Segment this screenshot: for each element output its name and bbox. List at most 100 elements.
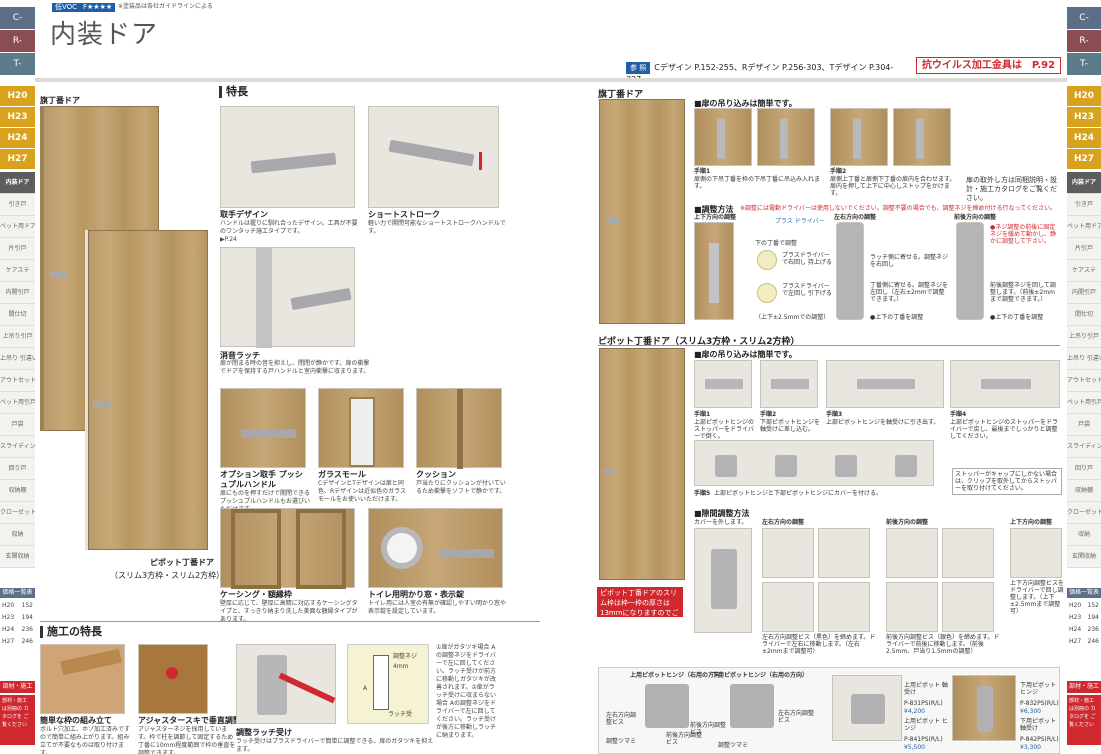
- side-item[interactable]: 玄関収納: [1067, 546, 1101, 568]
- side-item[interactable]: 引き戸: [0, 194, 35, 216]
- tab-c-design-right[interactable]: C-Design: [1067, 7, 1101, 45]
- adjust-warning: ※調整には電動ドライバーは使用しないでください。調整不要の場合でも、調整ネジを締…: [740, 205, 1057, 212]
- side-item[interactable]: 片引戸: [1067, 238, 1101, 260]
- side-item[interactable]: 回り戸: [1067, 458, 1101, 480]
- tab-h20-right[interactable]: H20: [1067, 86, 1101, 106]
- tab-h24-right[interactable]: H24: [1067, 128, 1101, 148]
- side-item[interactable]: クローゼット: [0, 502, 35, 524]
- side-item[interactable]: 引き戸: [1067, 194, 1101, 216]
- diagram-label: ラッチ受: [388, 711, 413, 718]
- cover-label: カバーを外します。: [694, 519, 748, 526]
- construction-title-item: アジャスタースキで垂直調整: [138, 716, 241, 725]
- side-item[interactable]: ペット用引戸: [0, 392, 35, 414]
- side-item[interactable]: ケアステ: [1067, 260, 1101, 282]
- separate-volume-label-left[interactable]: 部材・施工 別冊: [0, 681, 35, 702]
- side-item[interactable]: ペット用ドア: [1067, 216, 1101, 238]
- virus-notice[interactable]: 抗ウイルス加工金具は P.92: [916, 57, 1061, 74]
- gap-photo: [762, 582, 814, 632]
- casing-frame: [296, 509, 346, 589]
- feature-desc: 扉が閉まる時の音を抑えし、閉閉が静かです。扉の衝撃でドアを保持する戸ハンドルと室…: [220, 360, 370, 375]
- feature-title: ショートストローク: [368, 210, 440, 219]
- product-name: 下用ピボット 軸受け: [1020, 718, 1057, 732]
- tab-h27-right[interactable]: H27: [1067, 149, 1101, 169]
- pivot-step-photo: [760, 360, 818, 408]
- step-photo: [757, 108, 815, 166]
- side-item[interactable]: 内開引戸: [0, 282, 35, 304]
- side-item[interactable]: 間仕切: [0, 304, 35, 326]
- side-item[interactable]: クローゼット: [1067, 502, 1101, 524]
- side-item[interactable]: 上吊り 引違い戸: [0, 348, 35, 370]
- hatamaru-door-label: 旗丁番ドア: [40, 96, 80, 105]
- tab-t-design-right[interactable]: T-Design: [1067, 53, 1101, 91]
- side-item[interactable]: 片引戸: [0, 238, 35, 260]
- side-item[interactable]: ペット用引戸: [1067, 392, 1101, 414]
- tab-c-design-left[interactable]: C-Design: [0, 7, 35, 45]
- leftright-title: 左右方向の調整: [834, 214, 877, 221]
- tab-r-design-left[interactable]: R-Design: [0, 30, 35, 68]
- tab-h23-right[interactable]: H23: [1067, 107, 1101, 127]
- product-photo-upper: [832, 675, 902, 741]
- gap-fb-desc: 前後方向調整ビス（銀色）を締めます。ドライバーで前後に移動します。（前後2.5m…: [886, 634, 1000, 655]
- side-item-interior-door[interactable]: 内装ドア: [1067, 172, 1101, 194]
- feature-desc: 戸当たりにクッションが付いているため衝撃をソフトで静かです。: [416, 480, 506, 495]
- push-pull-handle-icon: [241, 429, 296, 438]
- side-item[interactable]: ケアステ: [0, 260, 35, 282]
- pivot-hinge-icon: [771, 379, 809, 389]
- side-item[interactable]: アウトセット 上吊り引戸: [1067, 370, 1101, 392]
- gap-title: ■隙間調整方法: [694, 509, 750, 518]
- tab-t-design-left[interactable]: T-Design: [0, 53, 35, 91]
- side-item[interactable]: ペット用ドア: [0, 216, 35, 238]
- side-item[interactable]: 収納棚: [0, 480, 35, 502]
- side-item[interactable]: 間仕切: [1067, 304, 1101, 326]
- tab-h20-left[interactable]: H20: [0, 86, 35, 106]
- tab-h23-left[interactable]: H23: [0, 107, 35, 127]
- diagram-label: 4mm: [393, 663, 409, 670]
- price-list-left: H20 152 H23 194 H24 236 H27 246: [0, 600, 35, 648]
- price-row-label: H27: [2, 638, 15, 645]
- side-item[interactable]: 収納棚: [1067, 480, 1101, 502]
- side-item-interior-door[interactable]: 内装ドア: [0, 172, 35, 194]
- pivot-step-photo: [950, 360, 1060, 408]
- side-item[interactable]: 玄関収納: [0, 546, 35, 568]
- step-title: 手順2: [830, 168, 847, 175]
- tab-r-design-right[interactable]: R-Design: [1067, 30, 1101, 68]
- casing-frame: [231, 509, 281, 589]
- gap-photo: [762, 528, 814, 578]
- frontback-hinge-photo: [956, 222, 984, 320]
- side-item[interactable]: 内開引戸: [1067, 282, 1101, 304]
- pivot-hang-title: ■扉の吊り込みは簡単です。: [694, 350, 797, 359]
- side-item[interactable]: スライディング スクリーン: [1067, 436, 1101, 458]
- price-row-label: H24: [1069, 626, 1082, 633]
- feature-title: トイレ用明かり窓・表示錠: [368, 590, 464, 599]
- side-item[interactable]: 収納: [0, 524, 35, 546]
- tab-h27-left[interactable]: H27: [0, 149, 35, 169]
- section-divider: [40, 621, 540, 622]
- separate-volume-label-right[interactable]: 部材・施工 別冊: [1067, 681, 1101, 702]
- side-item[interactable]: アウトセット 上吊り引戸: [0, 370, 35, 392]
- side-item[interactable]: 上吊り引戸: [0, 326, 35, 348]
- side-item[interactable]: 戸袋: [1067, 414, 1101, 436]
- side-item[interactable]: 戸袋: [0, 414, 35, 436]
- price-list-right: H20 152 H23 194 H24 236 H27 246: [1067, 600, 1101, 648]
- gap-ud-desc: 上下方向調整ビスをドライバーで回し調整します。（上下±2.5mmまで調整可）: [1010, 580, 1065, 615]
- tab-h24-left[interactable]: H24: [0, 128, 35, 148]
- side-item[interactable]: 上吊り 引違い戸: [1067, 348, 1101, 370]
- product-name: 上用ピボット ヒンジ: [904, 718, 948, 732]
- feature-ref[interactable]: ▶P.24: [220, 236, 237, 244]
- diagram-label: 調整ネジ: [393, 653, 418, 660]
- section-divider: [598, 345, 1060, 346]
- pivot-hinge-icon: [981, 379, 1031, 389]
- f-star-badge: F★★★★: [80, 3, 116, 12]
- step-desc: 扉側上丁番と扉側下丁番の扉内を合わせます。扉内を押して上下に中心しストップをかけ…: [830, 176, 956, 197]
- side-item[interactable]: 収納: [1067, 524, 1101, 546]
- latch-diagram: 調整ネジ 4mm A ラッチ受: [347, 644, 429, 724]
- feature-photo-short-stroke: [368, 106, 499, 208]
- pivot-step-desc: 上部ピボットヒンジのストッパーをドライバーで倒く。: [694, 419, 755, 440]
- side-item[interactable]: スライディング スクリーン: [0, 436, 35, 458]
- frame-piece: [60, 648, 122, 676]
- pivot-step-photo: [694, 360, 752, 408]
- side-item[interactable]: 上吊り引戸: [1067, 326, 1101, 348]
- side-item[interactable]: 回り戸: [0, 458, 35, 480]
- gap-photo: [818, 528, 870, 578]
- construction-desc: ボルト穴加工、ホゾ加工済みですので簡単に組み上がります。組み立てが不要なものは取…: [40, 726, 131, 754]
